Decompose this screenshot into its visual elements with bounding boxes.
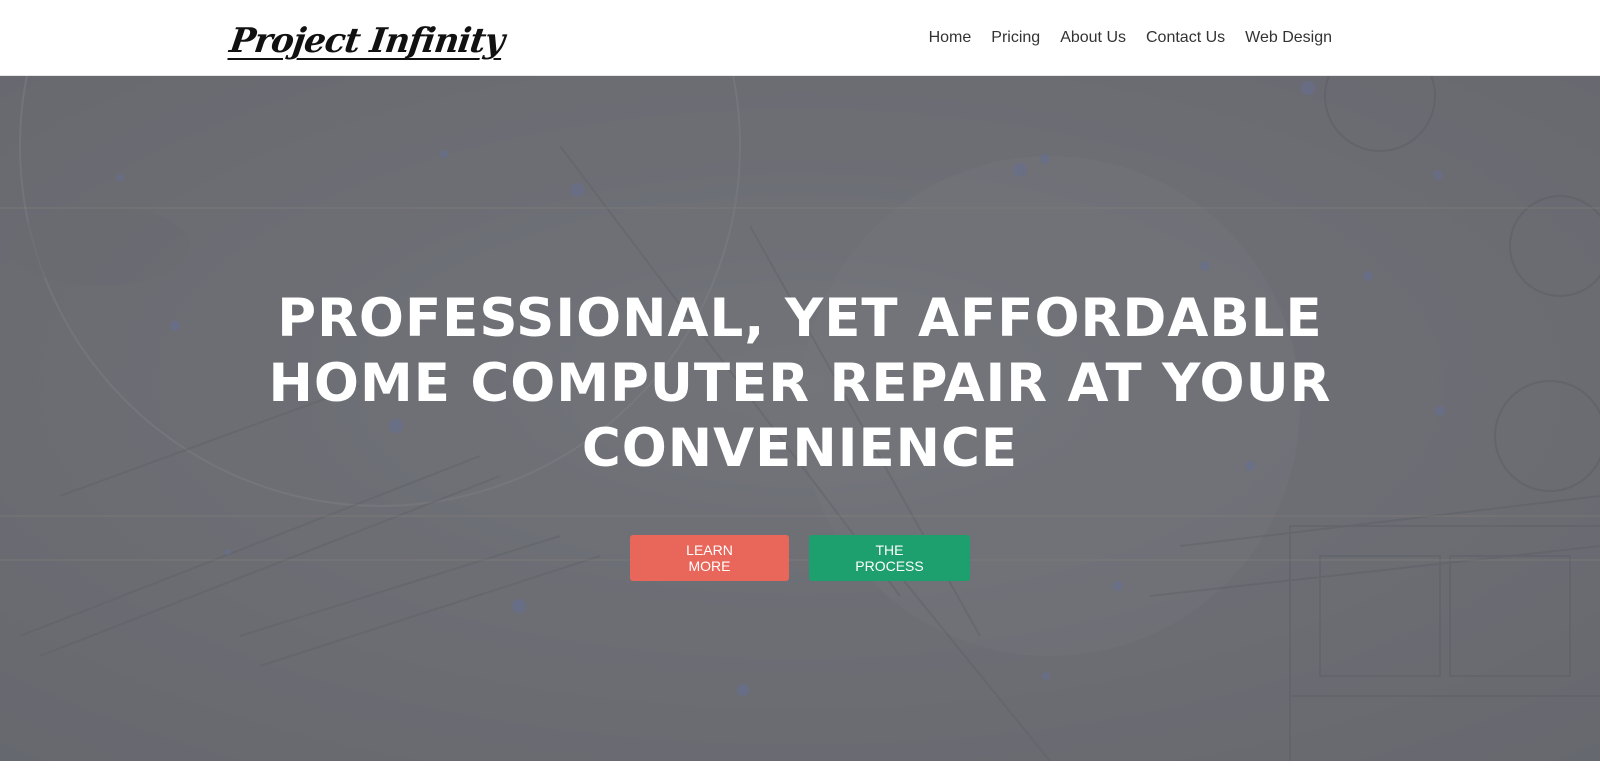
the-process-button[interactable]: THE PROCESS	[809, 535, 970, 581]
nav-web-design[interactable]: Web Design	[1235, 29, 1342, 47]
nav-about-us[interactable]: About Us	[1050, 29, 1136, 47]
nav-home[interactable]: Home	[919, 29, 982, 47]
main-nav: Home Pricing About Us Contact Us Web Des…	[919, 0, 1342, 76]
hero-title: PROFESSIONAL, YET AFFORDABLE HOME COMPUT…	[268, 288, 1332, 479]
nav-contact-us[interactable]: Contact Us	[1136, 29, 1235, 47]
learn-more-button[interactable]: LEARN MORE	[630, 535, 789, 581]
nav-pricing[interactable]: Pricing	[981, 29, 1050, 47]
site-logo[interactable]: Project Infinity	[227, 14, 506, 68]
top-navbar: Project Infinity Home Pricing About Us C…	[0, 0, 1600, 76]
logo-text: Project Infinity	[227, 21, 507, 61]
hero-section: PROFESSIONAL, YET AFFORDABLE HOME COMPUT…	[0, 76, 1600, 761]
hero-buttons: LEARN MORE THE PROCESS	[0, 535, 1600, 581]
